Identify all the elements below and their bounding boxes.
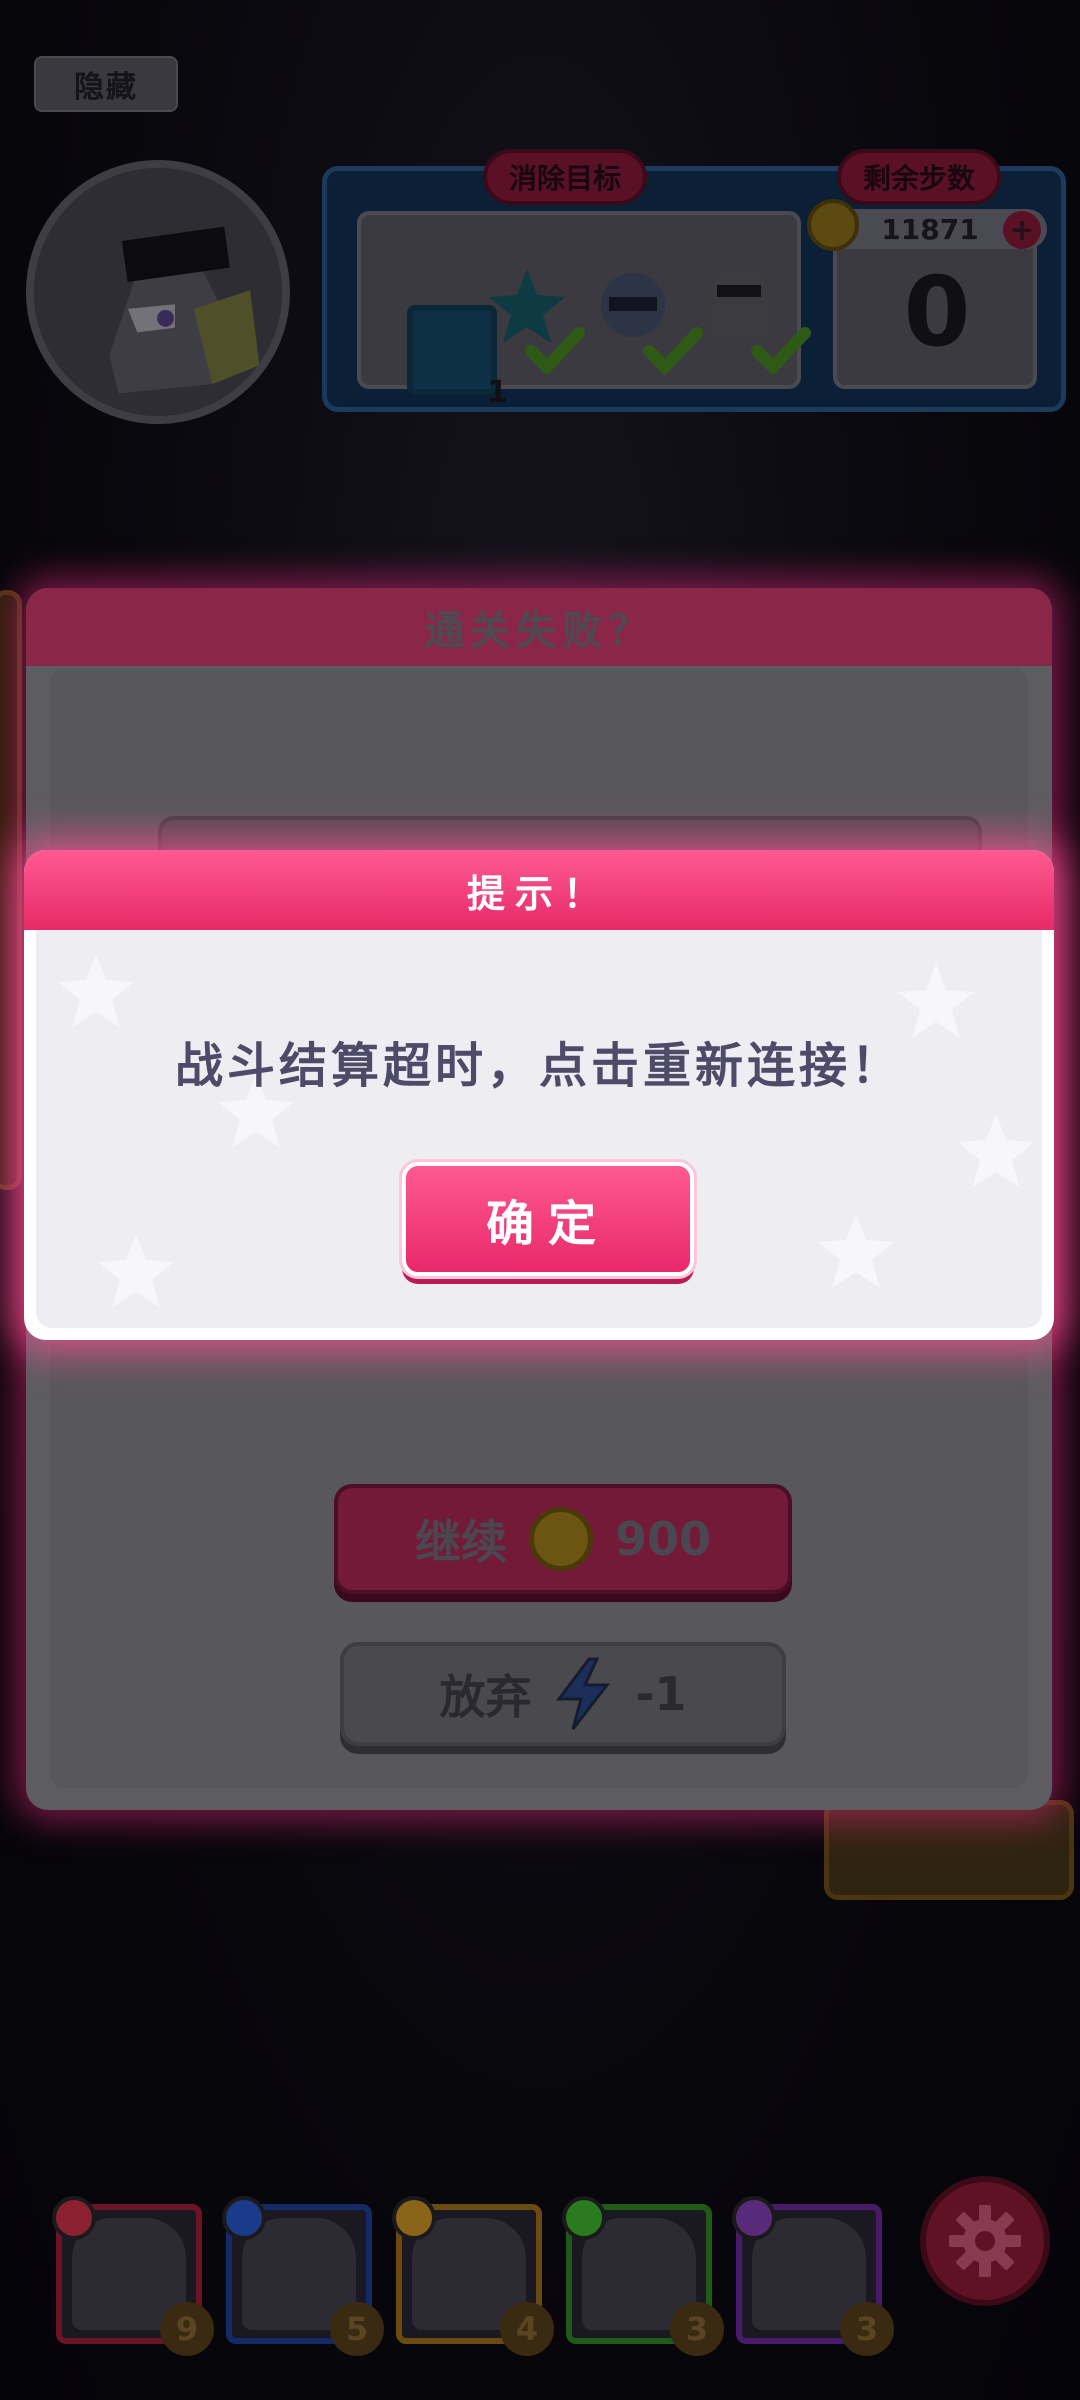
steps-tab-label: 剩余步数 bbox=[837, 149, 1002, 205]
hero-level-badge: 3 bbox=[840, 2302, 894, 2356]
player-avatar[interactable] bbox=[26, 160, 290, 424]
continue-cost: 900 bbox=[614, 1512, 712, 1566]
tip-message: 战斗结算超时，点击重新连接！ bbox=[174, 1038, 903, 1094]
tip-body: 战斗结算超时，点击重新连接！ 确定 bbox=[36, 930, 1042, 1328]
team-member-card[interactable]: 4 bbox=[392, 2196, 554, 2356]
game-screen: 隐藏 1 消除目标 剩余步数 11871 + 0 通关失败？ 继续 900 放弃… bbox=[0, 0, 1080, 2400]
goal-tab-label: 消除目标 bbox=[483, 149, 648, 205]
check-icon bbox=[751, 327, 811, 375]
tip-dialog: 提示！ 战斗结算超时，点击重新连接！ 确定 bbox=[24, 850, 1054, 1340]
character-portrait-icon bbox=[34, 168, 282, 416]
close-icon bbox=[52, 2196, 96, 2240]
check-icon bbox=[643, 327, 703, 375]
rocket-icon bbox=[732, 2196, 776, 2240]
continue-button[interactable]: 继续 900 bbox=[334, 1484, 792, 1594]
goals-box: 1 bbox=[357, 211, 811, 410]
team-member-card[interactable]: 3 bbox=[732, 2196, 894, 2356]
hero-level-badge: 3 bbox=[670, 2302, 724, 2356]
hero-level-badge: 9 bbox=[160, 2302, 214, 2356]
swirl-icon bbox=[562, 2196, 606, 2240]
add-coins-button[interactable]: + bbox=[1003, 211, 1041, 249]
arrows-vertical-icon bbox=[392, 2196, 436, 2240]
tip-title: 提示！ bbox=[24, 850, 1054, 930]
give-up-button[interactable]: 放弃 -1 bbox=[340, 1642, 786, 1746]
confirm-button[interactable]: 确定 bbox=[402, 1162, 694, 1276]
energy-bolt-icon bbox=[556, 1657, 611, 1730]
team-member-card[interactable]: 5 bbox=[222, 2196, 384, 2356]
blue-tile-goal-icon bbox=[407, 305, 497, 395]
team-member-card[interactable]: 3 bbox=[562, 2196, 724, 2356]
give-up-label: 放弃 bbox=[439, 1670, 532, 1724]
check-icon bbox=[525, 327, 585, 375]
level-failed-title: 通关失败？ bbox=[26, 588, 1052, 666]
settings-button[interactable] bbox=[920, 2176, 1050, 2306]
board-edge bbox=[0, 590, 22, 1190]
star-pattern-icon bbox=[58, 954, 134, 1028]
booster-tray bbox=[824, 1800, 1074, 1900]
arrows-horizontal-icon bbox=[222, 2196, 266, 2240]
continue-label: 继续 bbox=[414, 1515, 507, 1569]
hero-level-badge: 4 bbox=[500, 2302, 554, 2356]
star-pattern-icon bbox=[958, 1114, 1034, 1188]
coin-icon bbox=[807, 199, 859, 251]
star-pattern-icon bbox=[818, 1214, 894, 1288]
tile-goal-count: 1 bbox=[487, 375, 508, 410]
hero-level-badge: 5 bbox=[330, 2302, 384, 2356]
steps-remaining-value: 0 bbox=[903, 256, 971, 368]
give-up-cost: -1 bbox=[635, 1667, 687, 1721]
gear-icon bbox=[949, 2205, 1021, 2277]
team-member-card[interactable]: 9 bbox=[52, 2196, 214, 2356]
coin-icon bbox=[528, 1507, 593, 1571]
star-pattern-icon bbox=[98, 1234, 174, 1308]
level-goal-panel: 1 消除目标 剩余步数 11871 + 0 bbox=[322, 149, 1066, 412]
hide-button[interactable]: 隐藏 bbox=[34, 56, 178, 112]
